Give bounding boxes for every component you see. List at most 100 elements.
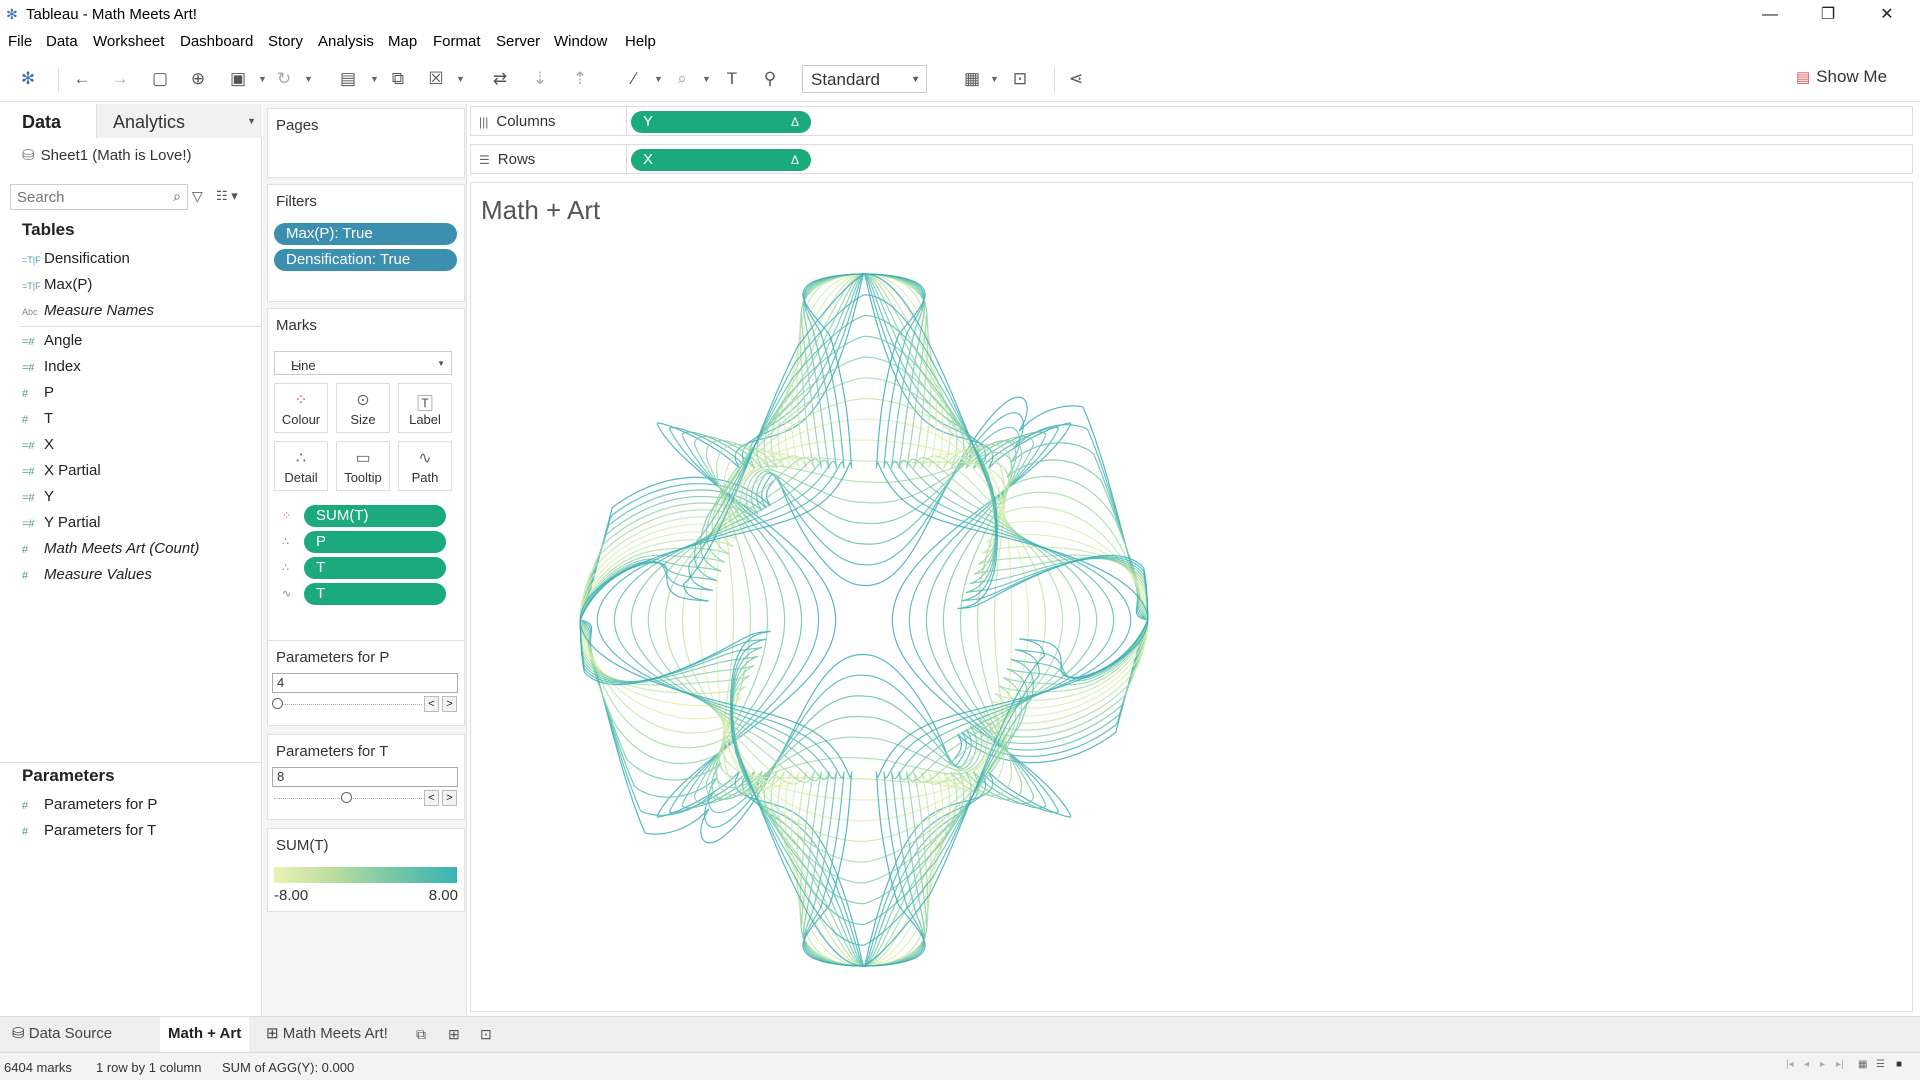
menu-file[interactable]: File	[8, 33, 32, 50]
field-x[interactable]: =# X	[22, 436, 54, 458]
mark-type-dropdown[interactable]: ∼ Line ▼	[274, 351, 452, 375]
detail-button[interactable]: ∴ Detail	[274, 441, 328, 491]
field-y[interactable]: =# Y	[22, 488, 54, 510]
param-p-increment-button[interactable]: >	[442, 696, 457, 712]
redo-icon[interactable]: →	[108, 68, 132, 90]
param-t-slider-thumb[interactable]	[341, 792, 352, 803]
legend-color-ramp[interactable]	[274, 867, 457, 883]
dropdown-caret-icon[interactable]: ▼	[654, 74, 663, 84]
menu-format[interactable]: Format	[433, 33, 481, 50]
dropdown-caret-icon[interactable]: ▼	[456, 74, 465, 84]
show-filmstrip-icon[interactable]: ☰	[1876, 1059, 1885, 1070]
menu-help[interactable]: Help	[625, 33, 656, 50]
param-p-slider-thumb[interactable]	[272, 698, 283, 709]
save-icon[interactable]: ▢	[148, 68, 172, 90]
colour-button[interactable]: ⁘ Colour	[274, 383, 328, 433]
path-button[interactable]: ∿ Path	[398, 441, 452, 491]
field-y-partial[interactable]: =# Y Partial	[22, 514, 100, 536]
field-p[interactable]: # P	[22, 384, 54, 406]
restore-button[interactable]: ❐	[1814, 4, 1842, 26]
pause-updates-icon[interactable]: ▣	[226, 68, 250, 90]
tableau-home-icon[interactable]: ✻	[16, 68, 40, 90]
tooltip-button[interactable]: ▭ Tooltip	[336, 441, 390, 491]
filter-icon[interactable]: ▽	[192, 188, 203, 205]
dropdown-caret-icon[interactable]: ▼	[370, 74, 379, 84]
field-max-p[interactable]: =T|F Max(P)	[22, 276, 92, 298]
datasource-item[interactable]: ⛁ Sheet1 (Math is Love!)	[22, 146, 192, 164]
columns-shelf[interactable]: ||| Columns YΔ	[470, 106, 1913, 136]
dropdown-caret-icon[interactable]: ▼	[702, 74, 711, 84]
tab-math-art[interactable]: Math + Art	[160, 1017, 250, 1052]
search-field[interactable]: ⌕	[10, 184, 188, 210]
mark-pill-t-detail[interactable]: T	[304, 557, 446, 579]
field-angle[interactable]: =# Angle	[22, 332, 82, 354]
label-button[interactable]: 🅃 Label	[398, 383, 452, 433]
field-x-partial[interactable]: =# X Partial	[22, 462, 101, 484]
show-cards-icon[interactable]: ▦	[960, 68, 984, 90]
filters-card[interactable]: Filters Max(P): True Densification: True	[267, 184, 465, 302]
tab-analytics[interactable]: Analytics ▼	[96, 104, 262, 138]
menu-dashboard[interactable]: Dashboard	[180, 33, 253, 50]
filter-pill-densification[interactable]: Densification: True	[274, 249, 457, 271]
pages-card[interactable]: Pages	[267, 108, 465, 178]
param-t-decrement-button[interactable]: <	[424, 790, 439, 806]
param-p-slider[interactable]	[274, 704, 422, 705]
dropdown-caret-icon[interactable]: ▼	[990, 74, 999, 84]
viz-view[interactable]: Math + Art	[470, 182, 1913, 1012]
mark-pill-sum-t[interactable]: SUM(T)	[304, 505, 446, 527]
field-t[interactable]: # T	[22, 410, 53, 432]
param-t-input[interactable]: 8	[272, 767, 458, 787]
mark-pill-t-path[interactable]: T	[304, 583, 446, 605]
new-datasource-icon[interactable]: ⊕	[186, 68, 210, 90]
dropdown-caret-icon[interactable]: ▼	[304, 74, 313, 84]
param-t-item[interactable]: # Parameters for T	[22, 822, 156, 844]
size-button[interactable]: ⊙ Size	[336, 383, 390, 433]
sort-descending-icon[interactable]: ⇡	[568, 68, 592, 90]
menu-worksheet[interactable]: Worksheet	[93, 33, 164, 50]
menu-analysis[interactable]: Analysis	[318, 33, 374, 50]
nav-prev-icon[interactable]: ◂	[1804, 1059, 1809, 1070]
group-members-icon[interactable]: ⌕	[670, 68, 694, 90]
menu-window[interactable]: Window	[554, 33, 607, 50]
field-measure-values[interactable]: # Measure Values	[22, 566, 152, 588]
share-icon[interactable]: ⋖	[1064, 68, 1088, 90]
math-art-plot[interactable]	[471, 183, 1912, 1011]
field-measure-names[interactable]: Abc Measure Names	[22, 302, 154, 324]
minimize-button[interactable]: —	[1756, 4, 1784, 26]
rows-pill-x[interactable]: XΔ	[631, 149, 811, 171]
new-worksheet-icon[interactable]: ⧉	[416, 1026, 426, 1043]
sort-ascending-icon[interactable]: ⇣	[528, 68, 552, 90]
show-me-button[interactable]: ▤ Show Me	[1796, 67, 1887, 87]
refresh-icon[interactable]: ↻	[272, 68, 296, 90]
filter-pill-maxp[interactable]: Max(P): True	[274, 223, 457, 245]
highlight-icon[interactable]: ∕	[622, 68, 646, 90]
menu-story[interactable]: Story	[268, 33, 303, 50]
undo-icon[interactable]: ←	[70, 68, 94, 90]
menu-data[interactable]: Data	[46, 33, 78, 50]
view-options-icon[interactable]: ☷ ▾	[216, 188, 238, 204]
field-index[interactable]: =# Index	[22, 358, 81, 380]
param-p-decrement-button[interactable]: <	[424, 696, 439, 712]
swap-rows-columns-icon[interactable]: ⇄	[488, 68, 512, 90]
new-dashboard-icon[interactable]: ⊞	[448, 1026, 460, 1043]
presentation-mode-icon[interactable]: ⊡	[1008, 68, 1032, 90]
param-p-input[interactable]: 4	[272, 673, 458, 693]
tab-data-source[interactable]: ⛁ Data Source	[4, 1017, 120, 1052]
field-count[interactable]: # Math Meets Art (Count)	[22, 540, 199, 562]
nav-last-icon[interactable]: ▸|	[1836, 1059, 1844, 1070]
menu-map[interactable]: Map	[388, 33, 417, 50]
field-densification[interactable]: =T|F Densification	[22, 250, 130, 272]
clear-sheet-icon[interactable]: ☒	[424, 68, 448, 90]
param-p-item[interactable]: # Parameters for P	[22, 796, 157, 818]
search-input[interactable]	[11, 185, 161, 209]
tab-data[interactable]: Data	[22, 112, 61, 133]
chevron-down-icon[interactable]: ▼	[247, 116, 256, 126]
nav-next-icon[interactable]: ▸	[1820, 1059, 1825, 1070]
show-mark-labels-icon[interactable]: T	[720, 68, 744, 90]
fit-dropdown[interactable]: Standard ▼	[802, 65, 927, 93]
show-sheet-sorter-icon[interactable]: ▦	[1858, 1059, 1867, 1070]
dropdown-caret-icon[interactable]: ▼	[258, 74, 267, 84]
columns-pill-y[interactable]: YΔ	[631, 111, 811, 133]
param-t-increment-button[interactable]: >	[442, 790, 457, 806]
menu-server[interactable]: Server	[496, 33, 540, 50]
